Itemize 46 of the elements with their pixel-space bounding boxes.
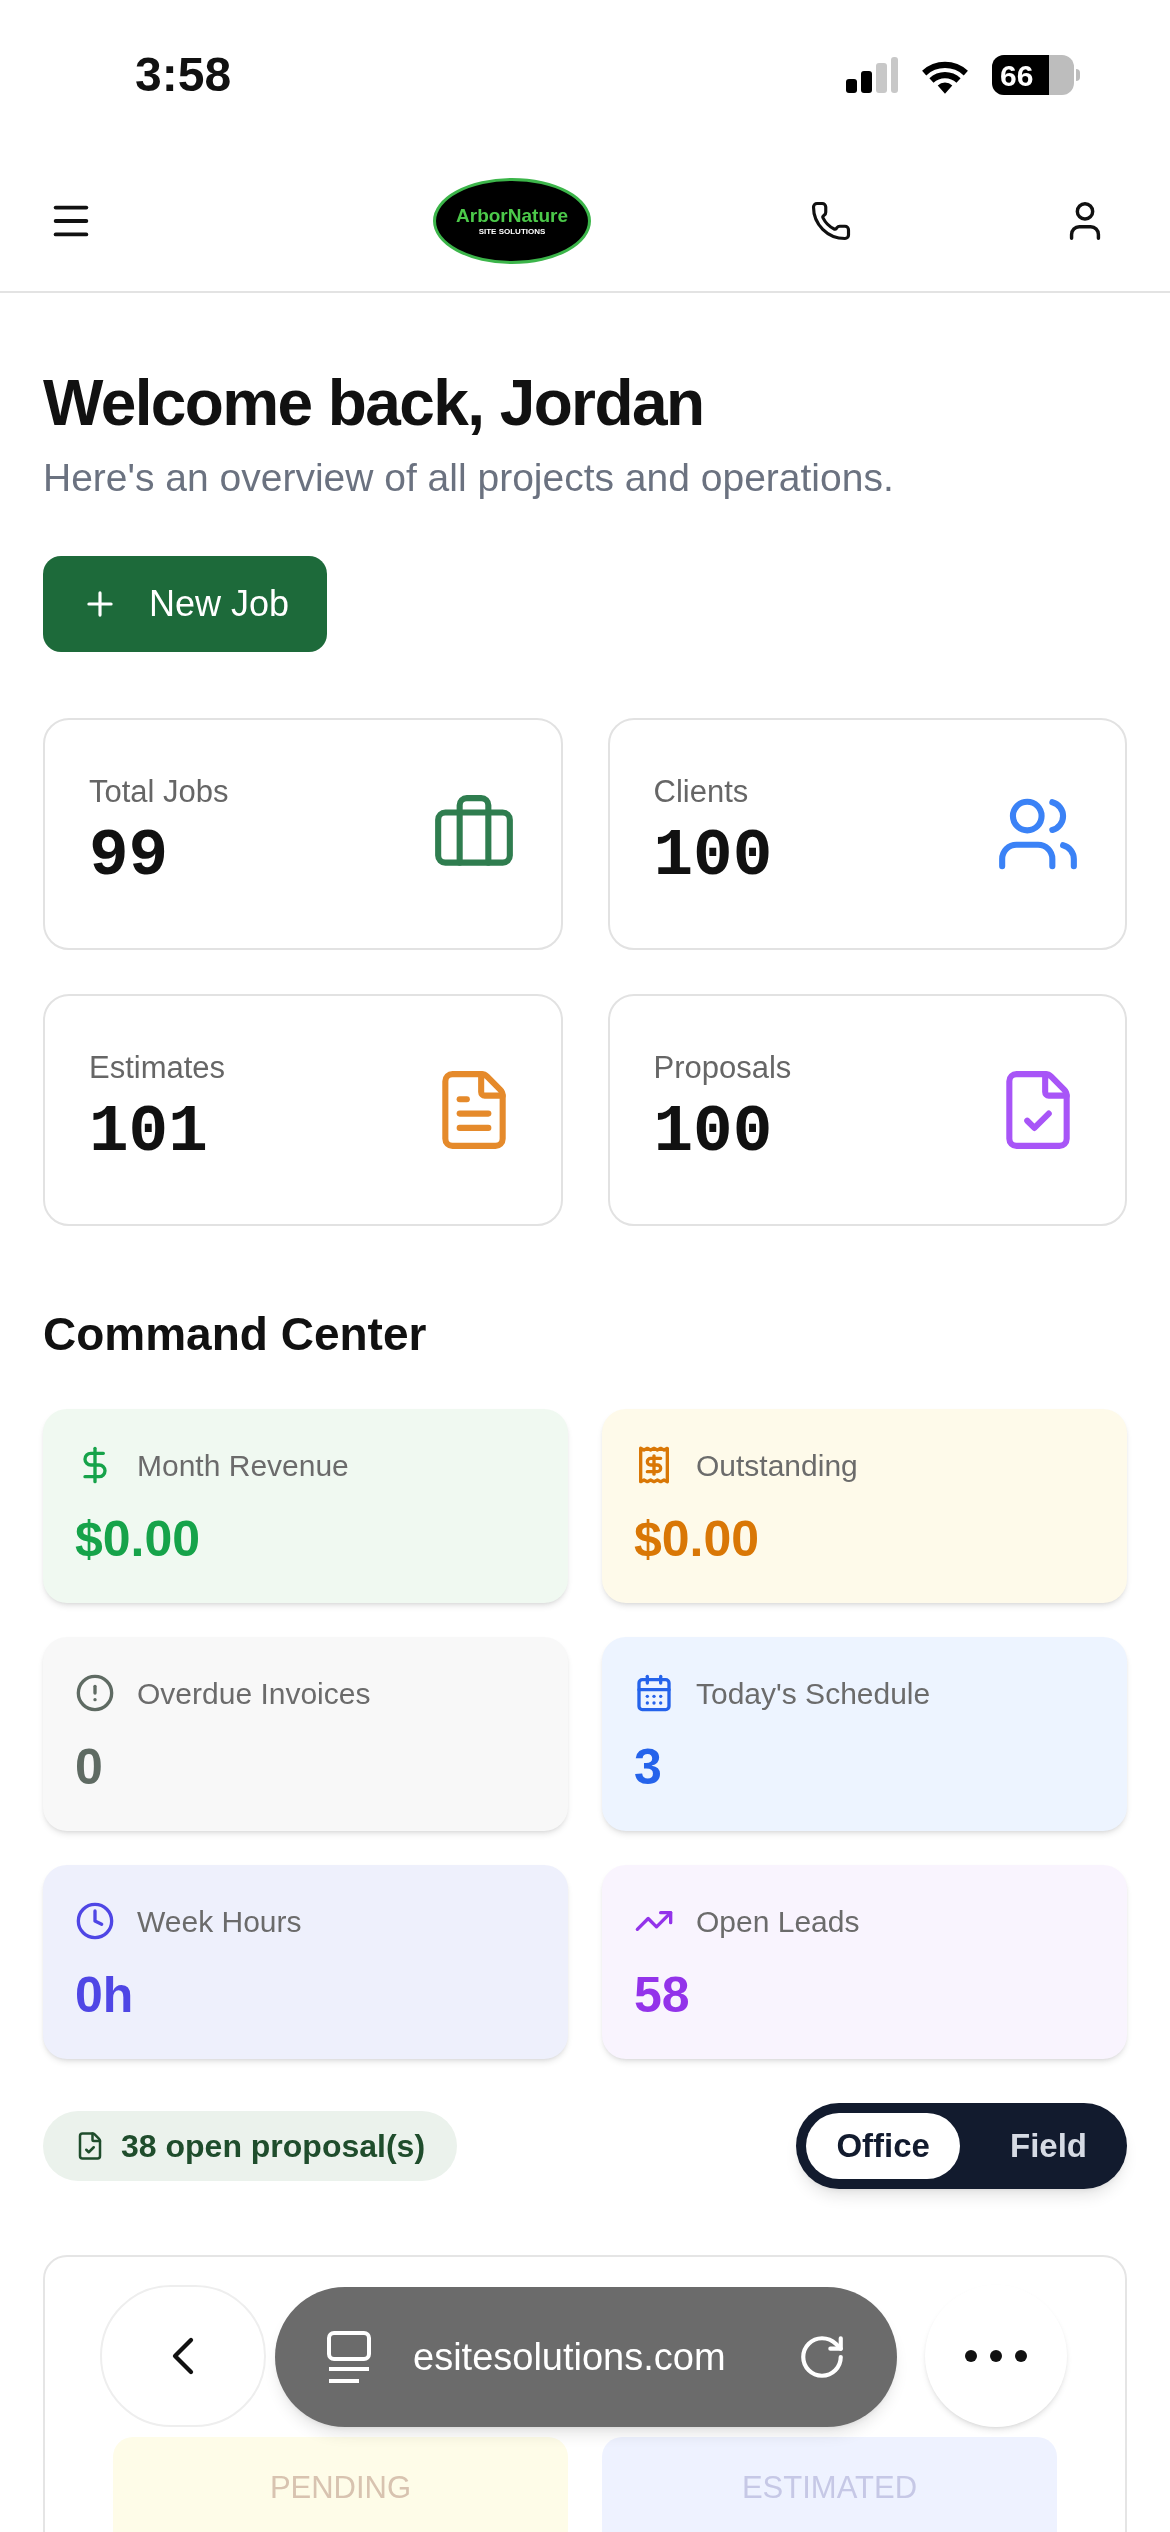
metric-card[interactable]: Overdue Invoices 0 <box>43 1636 568 1831</box>
metric-label: Overdue Invoices <box>137 1675 371 1712</box>
stat-label: Total Jobs <box>89 773 229 811</box>
metric-value: 0h <box>75 1965 135 2025</box>
stat-label: Estimates <box>89 1049 226 1087</box>
stat-card[interactable]: Estimates 101 <box>43 993 563 1226</box>
stat-label: Clients <box>653 773 750 811</box>
metric-value: $0.00 <box>634 1509 761 1569</box>
metric-card[interactable]: Open Leads 58 <box>602 1864 1127 2059</box>
address-bar[interactable]: esitesolutions.com <box>275 2287 897 2427</box>
metric-label: Outstanding <box>696 1447 858 1484</box>
url-text: esitesolutions.com <box>413 2334 727 2380</box>
proposals-pill[interactable]: 38 open proposal(s) <box>43 2110 458 2181</box>
signal-icon <box>846 57 898 93</box>
mode-tab[interactable]: Office <box>806 2112 960 2179</box>
phone-icon[interactable] <box>810 199 852 242</box>
company-logo[interactable]: ArborNature SITE SOLUTIONS <box>433 177 591 264</box>
metric-value: 0 <box>75 1737 104 1797</box>
section-title: Command Center <box>43 1306 428 1362</box>
metric-card[interactable]: Month Revenue $0.00 <box>43 1408 568 1603</box>
stat-value: 100 <box>653 817 773 896</box>
stat-value: 100 <box>653 1093 774 1172</box>
status-time: 3:58 <box>135 47 232 103</box>
metric-label: Month Revenue <box>137 1447 349 1484</box>
metric-card[interactable]: Outstanding $0.00 <box>602 1408 1127 1603</box>
metric-card[interactable]: Week Hours 0h <box>43 1864 568 2059</box>
metric-card[interactable]: Today's Schedule 3 <box>602 1636 1127 1831</box>
new-job-button[interactable]: New Job <box>43 555 328 652</box>
mode-tab[interactable]: Field <box>980 2112 1117 2179</box>
stat-label: Proposals <box>653 1049 792 1087</box>
welcome-subtitle: Here's an overview of all projects and operations. <box>43 455 895 501</box>
metric-value: $0.00 <box>75 1509 202 1569</box>
stat-value: 99 <box>89 817 170 896</box>
stat-card[interactable]: Clients 100 <box>607 717 1127 950</box>
more-icon <box>964 2349 1028 2363</box>
stat-card[interactable]: Total Jobs 99 <box>43 717 563 950</box>
status-tile: PENDING <box>113 2436 568 2532</box>
metric-label: Week Hours <box>137 1903 302 1940</box>
metric-value: 58 <box>634 1965 691 2025</box>
stat-card[interactable]: Proposals 100 <box>607 993 1127 1226</box>
metric-label: Open Leads <box>696 1903 860 1940</box>
tab-list-icon <box>325 2329 373 2385</box>
metric-label: Today's Schedule <box>696 1675 931 1712</box>
stat-value: 101 <box>89 1093 209 1172</box>
metric-value: 3 <box>634 1737 663 1797</box>
welcome-title: Welcome back, Jordan <box>43 366 705 441</box>
